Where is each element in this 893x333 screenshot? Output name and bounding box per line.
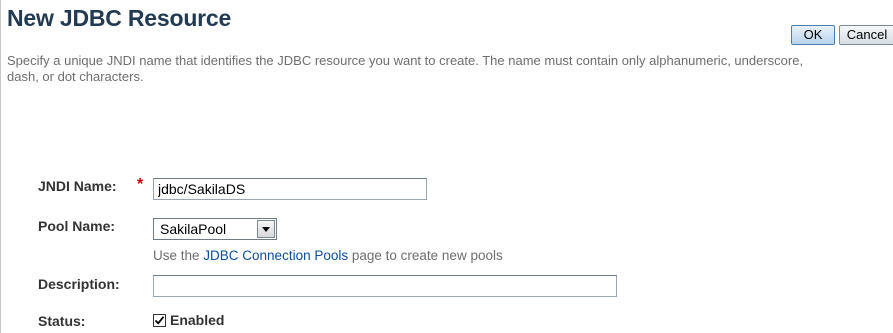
pool-hint-suffix: page to create new pools	[348, 248, 503, 263]
enabled-checkbox[interactable]	[153, 314, 166, 327]
enabled-checkbox-label[interactable]: Enabled	[170, 312, 224, 328]
pool-name-select[interactable]: SakilaPool	[153, 218, 277, 240]
pool-name-label: Pool Name:	[38, 218, 116, 234]
pool-hint-prefix: Use the	[153, 248, 204, 263]
pool-name-hint: Use the JDBC Connection Pools page to cr…	[153, 248, 503, 263]
description-input[interactable]	[153, 275, 617, 297]
status-label: Status:	[38, 313, 86, 329]
required-marker: *	[137, 176, 144, 193]
help-text: Specify a unique JNDI name that identifi…	[7, 53, 804, 84]
new-jdbc-resource-page: New JDBC Resource OK Cancel Specify a un…	[0, 0, 893, 333]
description-label: Description:	[38, 276, 120, 292]
checkmark-icon	[154, 316, 165, 325]
jndi-name-label: JNDI Name:	[38, 178, 117, 194]
pool-name-selected-value: SakilaPool	[160, 221, 227, 237]
chevron-down-icon[interactable]	[257, 220, 275, 238]
jdbc-connection-pools-link[interactable]: JDBC Connection Pools	[203, 248, 348, 263]
jndi-name-input[interactable]	[153, 178, 427, 200]
ok-button[interactable]: OK	[791, 25, 835, 45]
cancel-button[interactable]: Cancel	[839, 25, 893, 45]
page-title: New JDBC Resource	[7, 5, 232, 31]
